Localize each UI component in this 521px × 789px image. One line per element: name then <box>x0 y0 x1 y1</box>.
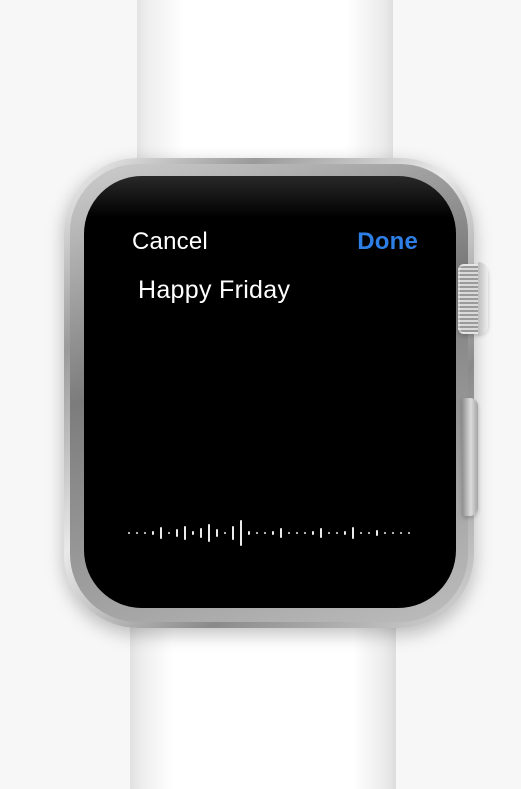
dictation-top-bar: Cancel Done <box>130 228 418 256</box>
digital-crown-cap <box>478 262 488 336</box>
screen-glare <box>84 176 456 218</box>
done-button[interactable]: Done <box>357 228 418 256</box>
side-button[interactable] <box>462 398 478 516</box>
watch-screen: Cancel Done Happy Friday <box>84 176 456 608</box>
cancel-button[interactable]: Cancel <box>132 228 208 256</box>
watch-image: Cancel Done Happy Friday <box>0 0 521 789</box>
dictated-text: Happy Friday <box>138 276 291 304</box>
dictation-waveform-icon <box>128 520 410 546</box>
